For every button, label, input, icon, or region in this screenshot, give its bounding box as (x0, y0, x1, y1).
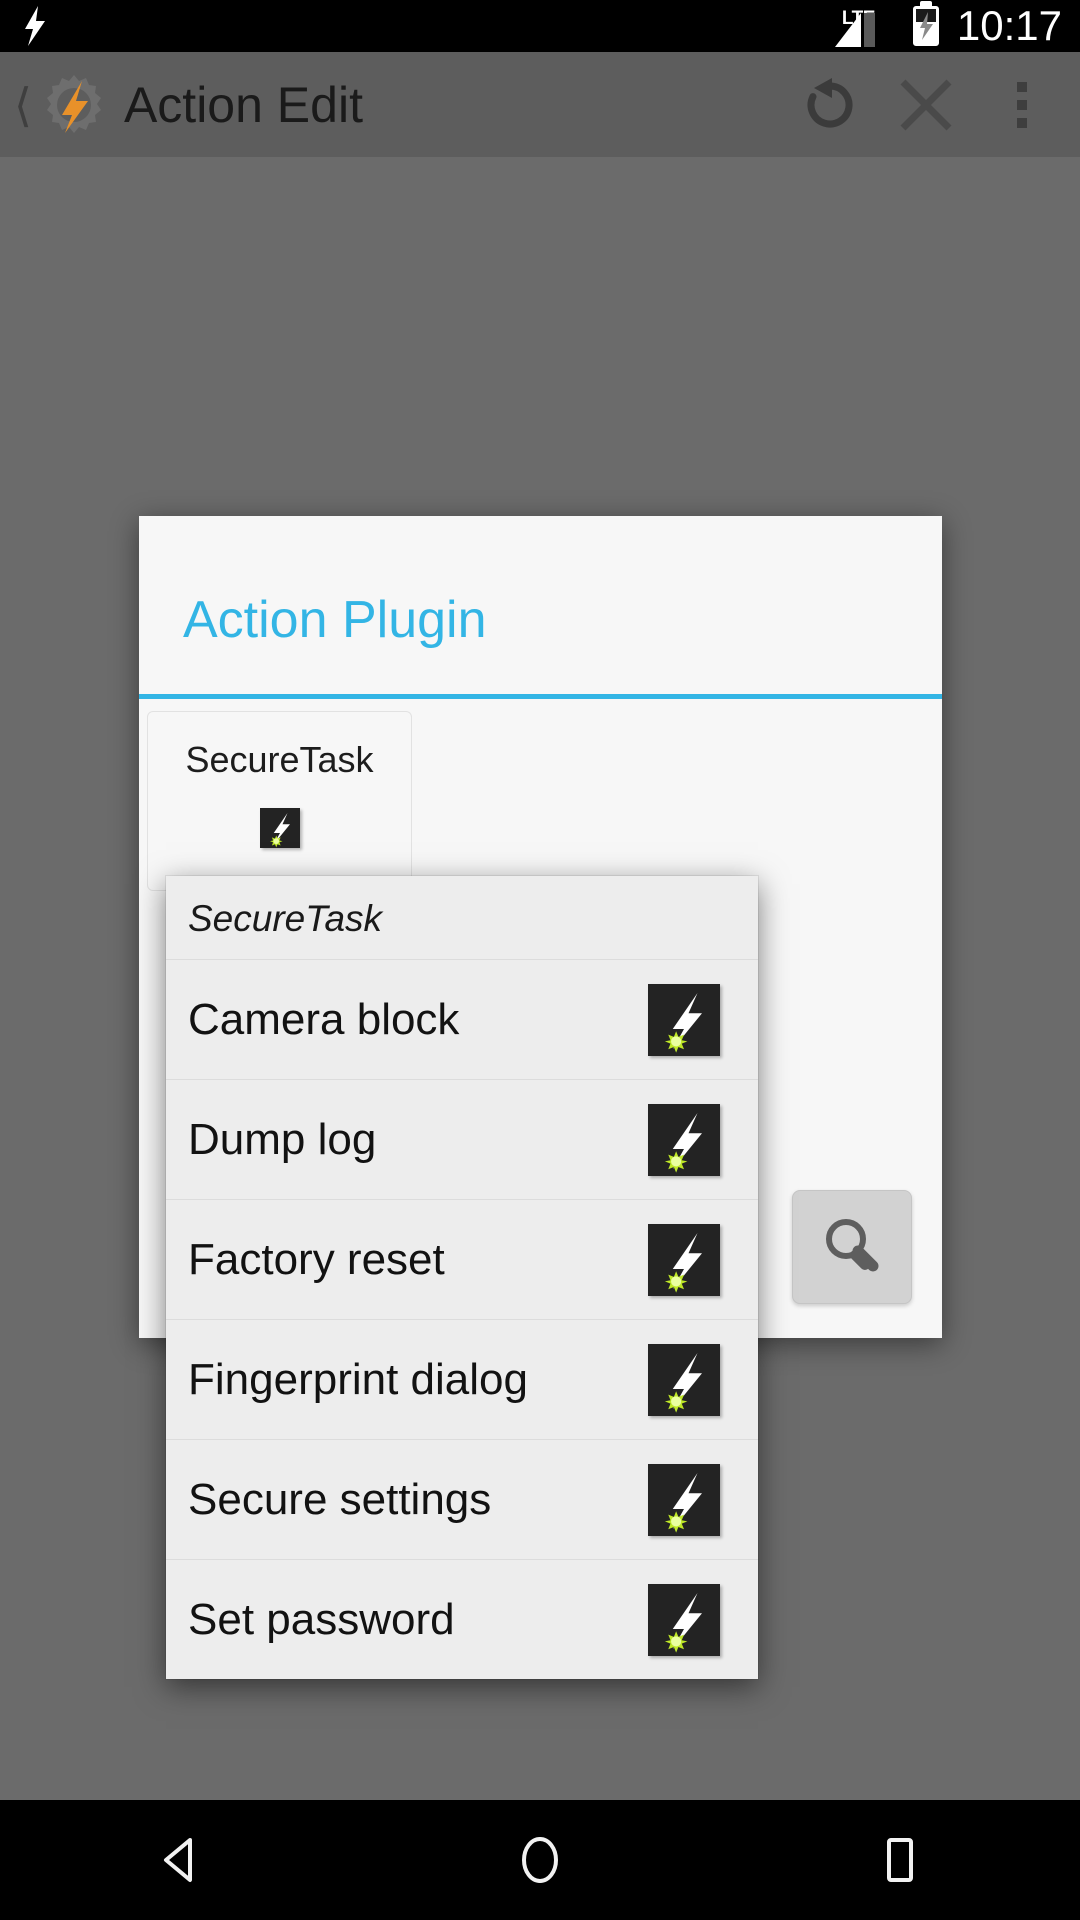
popup-menu-item-set-password[interactable]: Set password (166, 1559, 758, 1679)
popup-menu-header: SecureTask (188, 898, 383, 939)
popup-menu-item-factory-reset[interactable]: Factory reset (166, 1199, 758, 1319)
popup-menu-item-label: Dump log (188, 1114, 377, 1164)
undo-rotate-icon[interactable] (782, 57, 878, 153)
search-magnifier-icon (821, 1214, 883, 1281)
popup-menu-item-dump-log[interactable]: Dump log (166, 1079, 758, 1199)
securetask-bolt-icon (648, 1103, 720, 1176)
plugin-grid: SecureTask (139, 703, 942, 891)
plugin-action-popup-menu: SecureTask Camera block Dump log Factory… (166, 876, 758, 1679)
search-button[interactable] (792, 1190, 912, 1304)
popup-menu-item-label: Secure settings (188, 1474, 492, 1524)
status-bar-right: LTE 10:17 (834, 2, 1062, 49)
close-x-icon[interactable] (878, 57, 974, 153)
status-bar: LTE 10:17 (0, 0, 1080, 52)
securetask-bolt-icon (648, 983, 720, 1056)
overflow-menu-icon[interactable] (974, 57, 1070, 153)
popup-menu-item-label: Factory reset (188, 1234, 445, 1284)
tasker-gear-bolt-icon[interactable] (38, 69, 110, 141)
battery-charging-icon (912, 6, 939, 46)
dialog-title-divider (139, 694, 942, 699)
securetask-bolt-icon (648, 1343, 720, 1416)
status-bar-left (22, 6, 842, 46)
signal-bars-icon (834, 11, 875, 47)
plugin-cell-securetask[interactable]: SecureTask (147, 711, 412, 891)
nav-back-triangle-icon[interactable] (90, 1800, 270, 1920)
nav-home-circle-icon[interactable] (450, 1800, 630, 1920)
securetask-bolt-icon (648, 1583, 720, 1656)
action-bar: ⟨ Action Edit (0, 52, 1080, 157)
status-clock: 10:17 (956, 2, 1062, 49)
bolt-icon (22, 6, 48, 46)
plugin-cell-label: SecureTask (185, 739, 374, 780)
popup-menu-item-label: Camera block (188, 994, 460, 1044)
securetask-bolt-icon (259, 808, 300, 848)
phone-screen: LTE 10:17 ⟨ Action Edit Action Plugin Se… (0, 0, 1080, 1920)
popup-menu-item-label: Set password (188, 1594, 455, 1644)
popup-menu-item-fingerprint-dialog[interactable]: Fingerprint dialog (166, 1319, 758, 1439)
dialog-title: Action Plugin (183, 591, 487, 649)
navigation-bar (0, 1800, 1080, 1920)
securetask-bolt-icon (648, 1463, 720, 1536)
popup-menu-item-label: Fingerprint dialog (188, 1354, 528, 1404)
nav-recents-square-icon[interactable] (810, 1800, 990, 1920)
popup-menu-item-camera-block[interactable]: Camera block (166, 959, 758, 1079)
popup-menu-item-secure-settings[interactable]: Secure settings (166, 1439, 758, 1559)
securetask-bolt-icon (648, 1223, 720, 1296)
back-chevron-icon[interactable]: ⟨ (8, 82, 38, 128)
page-title: Action Edit (123, 76, 363, 133)
